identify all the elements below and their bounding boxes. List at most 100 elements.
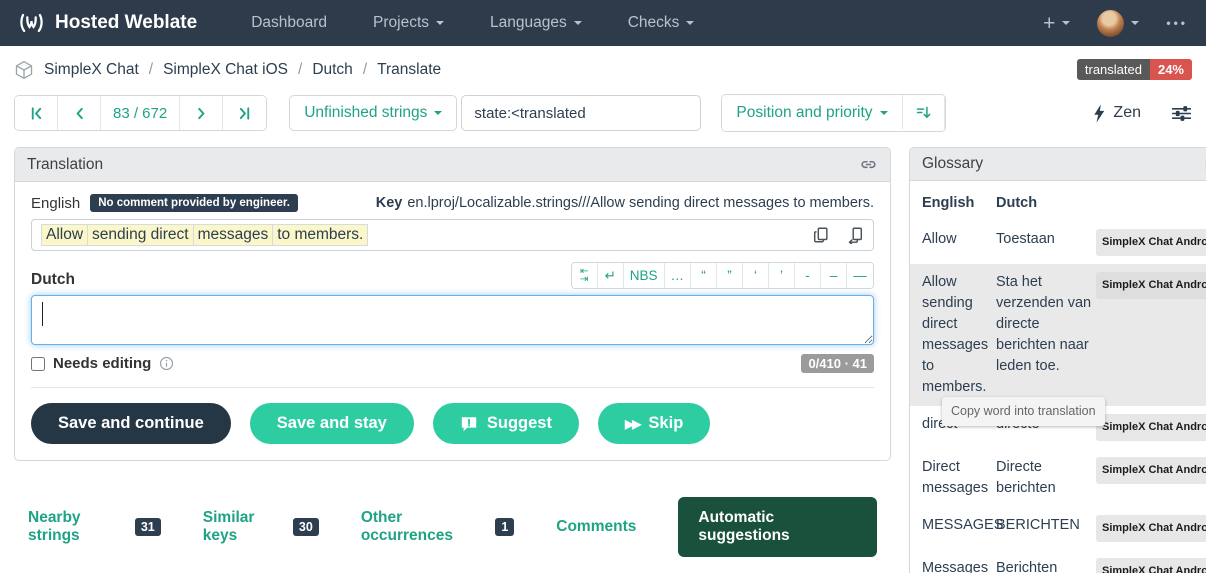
glossary-term-en[interactable]: Allow sending direct messages to members… xyxy=(922,272,996,398)
glossary-row[interactable]: Direct messages Directe berichten Simple… xyxy=(922,449,1206,507)
glossary-row[interactable]: Messages Berichten SimpleX Chat Android xyxy=(922,550,1206,573)
glossary-term-nl[interactable]: Sta het verzenden van directe berichten … xyxy=(996,272,1096,398)
info-icon[interactable] xyxy=(159,356,174,371)
sort-direction-button[interactable] xyxy=(902,95,945,129)
sort-dropdown[interactable]: Position and priority xyxy=(722,95,901,131)
count-badge: 31 xyxy=(135,518,161,536)
insert-lsquo-button[interactable]: ‘ xyxy=(743,263,769,288)
glossary-term-en[interactable]: MESSAGES xyxy=(922,515,996,542)
tab-nearby-strings[interactable]: Nearby strings31 xyxy=(28,509,161,545)
glossary-col-dutch: Dutch xyxy=(996,195,1096,211)
insert-nbsp-button[interactable]: NBS xyxy=(624,263,665,288)
action-buttons-row: Save and continue Save and stay Suggest … xyxy=(15,388,890,460)
zen-mode-button[interactable]: Zen xyxy=(1093,104,1141,123)
breadcrumb-separator: / xyxy=(363,61,367,79)
copy-word-tooltip: Copy word into translation xyxy=(942,397,1105,426)
insert-tab-button[interactable]: ⇤ ⇥ xyxy=(572,263,598,288)
avatar xyxy=(1097,10,1124,37)
glossary-term-nl[interactable]: Directe berichten xyxy=(996,457,1096,499)
glossary-term-nl[interactable]: BERICHTEN xyxy=(996,515,1096,542)
user-menu-button[interactable] xyxy=(1097,10,1139,37)
brand-title: Hosted Weblate xyxy=(55,12,197,34)
next-page-button[interactable] xyxy=(180,96,223,130)
suggest-button[interactable]: Suggest xyxy=(433,403,579,444)
page-position[interactable]: 83 / 672 xyxy=(101,96,180,130)
breadcrumb-page[interactable]: Translate xyxy=(377,61,441,79)
glossary-column-headers: English Dutch xyxy=(922,189,1206,221)
glossary-term-en[interactable]: Direct messages xyxy=(922,457,996,499)
save-and-continue-button[interactable]: Save and continue xyxy=(31,403,231,444)
tab-comments[interactable]: Comments xyxy=(556,518,636,536)
prev-page-button[interactable] xyxy=(58,96,101,130)
glossary-term-token[interactable]: to members. xyxy=(272,224,368,246)
save-and-stay-button[interactable]: Save and stay xyxy=(250,403,414,444)
insert-endash-button[interactable]: – xyxy=(821,263,847,288)
insert-newline-button[interactable]: ↵ xyxy=(598,263,624,288)
tab-other-occurrences[interactable]: Other occurrences1 xyxy=(361,509,514,545)
project-cube-icon xyxy=(14,60,34,80)
glossary-row[interactable]: Copy word into translation direct direct… xyxy=(922,406,1206,449)
insert-rdquo-button[interactable]: ” xyxy=(717,263,743,288)
source-string-tokens: Allow sending direct messages to members… xyxy=(41,224,367,246)
glossary-row[interactable]: Allow Toestaan SimpleX Chat Android xyxy=(922,221,1206,264)
filter-dropdown[interactable]: Unfinished strings xyxy=(289,95,457,131)
insert-hyphen-button[interactable]: - xyxy=(795,263,821,288)
glossary-row[interactable]: MESSAGES BERICHTEN SimpleX Chat Android xyxy=(922,507,1206,550)
glossary-source-badge: SimpleX Chat Android xyxy=(1096,457,1206,484)
glossary-term-nl[interactable]: Toestaan xyxy=(996,229,1096,256)
translation-panel-body: English No comment provided by engineer.… xyxy=(15,182,890,388)
insert-ellipsis-button[interactable]: … xyxy=(665,263,692,288)
nav-checks[interactable]: Checks xyxy=(628,14,695,32)
sort-group: Position and priority xyxy=(721,94,945,132)
glossary-source-badge: SimpleX Chat Android xyxy=(1096,558,1206,573)
permalink-icon[interactable] xyxy=(859,155,878,174)
lightning-bolt-icon xyxy=(1093,104,1106,123)
tab-automatic-suggestions[interactable]: Automatic suggestions xyxy=(678,497,877,557)
insert-emdash-button[interactable]: — xyxy=(847,263,873,288)
chevron-down-icon xyxy=(436,21,444,25)
breadcrumb-language[interactable]: Dutch xyxy=(312,61,353,79)
clone-to-translation-icon[interactable] xyxy=(846,226,864,244)
nav-dashboard[interactable]: Dashboard xyxy=(251,14,327,32)
key-label: Key xyxy=(376,195,403,211)
tab-row-1: Nearby strings31 Similar keys30 Other oc… xyxy=(28,497,877,557)
glossary-term-nl[interactable]: Berichten xyxy=(996,558,1096,573)
glossary-term-token[interactable]: Allow xyxy=(41,224,88,246)
search-input[interactable] xyxy=(461,95,701,131)
breadcrumb-component[interactable]: SimpleX Chat iOS xyxy=(163,61,288,79)
toolbar-right: Zen xyxy=(1093,104,1192,123)
needs-editing-label: Needs editing xyxy=(53,355,151,372)
add-menu-button[interactable]: + xyxy=(1043,13,1070,34)
copy-source-icon[interactable] xyxy=(812,226,830,244)
glossary-term-token[interactable]: sending direct xyxy=(87,224,194,246)
glossary-row-highlighted[interactable]: Allow sending direct messages to members… xyxy=(910,264,1206,406)
more-menu-button[interactable]: ••• xyxy=(1166,16,1188,30)
glossary-term-en[interactable]: Messages xyxy=(922,558,996,573)
chevron-down-icon xyxy=(1131,21,1139,25)
needs-editing-checkbox[interactable] xyxy=(31,357,45,371)
skip-button[interactable]: ▶▶ Skip xyxy=(598,403,710,444)
nav-projects[interactable]: Projects xyxy=(373,14,444,32)
char-counter-badge: 0/410 · 41 xyxy=(801,354,874,373)
insert-rsquo-button[interactable]: ’ xyxy=(769,263,795,288)
translated-progress-badge: translated 24% xyxy=(1077,59,1192,80)
glossary-term-token[interactable]: messages xyxy=(193,224,274,246)
glossary-table: English Dutch Allow Toestaan SimpleX Cha… xyxy=(910,181,1206,573)
settings-sliders-button[interactable] xyxy=(1171,105,1192,122)
glossary-source-badge: SimpleX Chat Android xyxy=(1096,515,1206,542)
source-actions xyxy=(812,226,864,244)
chevron-down-icon xyxy=(686,21,694,25)
glossary-source-badge: SimpleX Chat Android xyxy=(1096,414,1206,441)
last-page-button[interactable] xyxy=(223,96,266,130)
first-page-button[interactable] xyxy=(15,96,58,130)
nav-languages[interactable]: Languages xyxy=(490,14,582,32)
glossary-term-en[interactable]: Allow xyxy=(922,229,996,256)
special-chars-toolbar: ⇤ ⇥ ↵ NBS … “ ” ‘ ’ - – — xyxy=(571,262,874,289)
tab-similar-keys[interactable]: Similar keys30 xyxy=(203,509,319,545)
insert-ldquo-button[interactable]: “ xyxy=(691,263,717,288)
brand-home-link[interactable]: Hosted Weblate xyxy=(18,10,197,37)
translation-input-wrap xyxy=(31,295,874,345)
breadcrumb-project[interactable]: SimpleX Chat xyxy=(44,61,139,79)
translation-textarea[interactable] xyxy=(31,295,874,345)
chevron-down-icon xyxy=(1062,21,1070,25)
